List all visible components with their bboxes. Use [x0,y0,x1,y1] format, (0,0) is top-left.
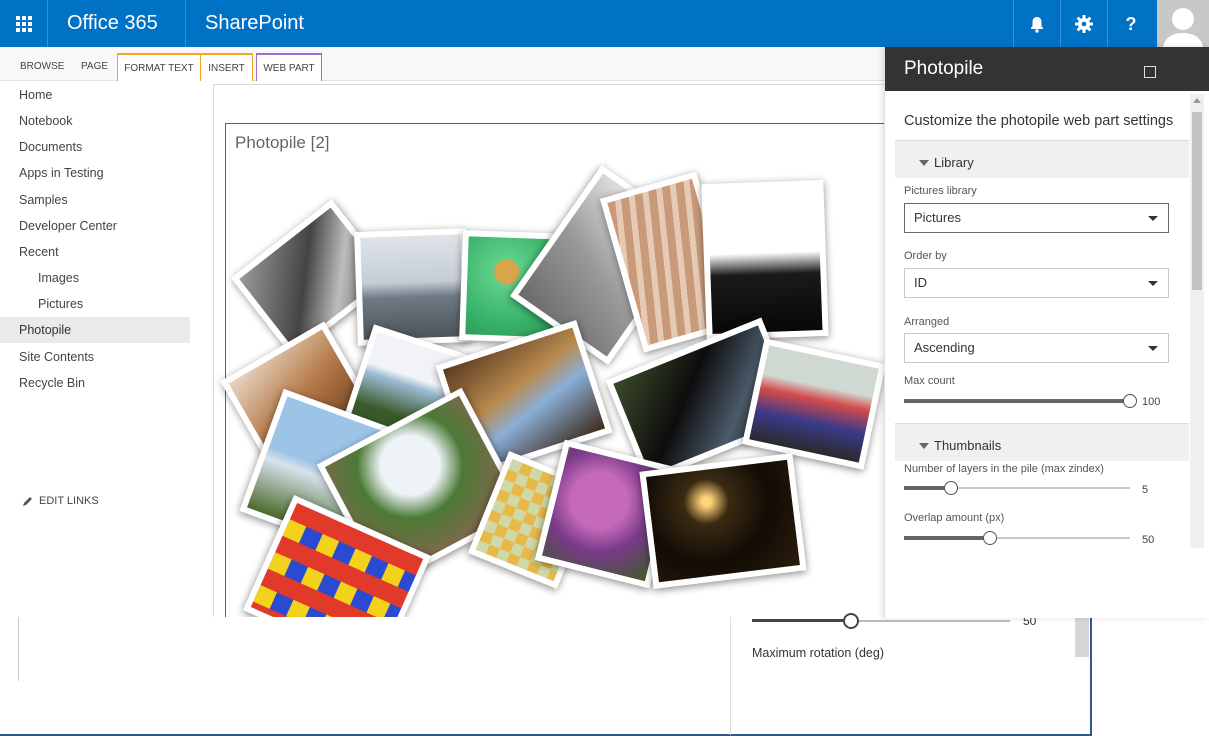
max-count-label: Max count [904,375,955,387]
webpart-settings-panel: Photopile Customize the photopile web pa… [884,47,1209,618]
max-count-value: 100 [1142,396,1161,408]
chevron-down-icon [1148,346,1158,351]
photo-pile [0,0,900,617]
caret-up-icon[interactable] [1190,94,1204,108]
help-button[interactable]: ? [1107,0,1154,47]
question-icon: ? [1126,14,1137,34]
layers-value: 5 [1142,484,1149,496]
background-rotation-label: Maximum rotation (deg) [752,646,884,660]
slider-fill [904,536,990,540]
bell-icon [1031,16,1043,33]
user-icon [1163,8,1203,47]
scrollbar-thumb[interactable] [1192,112,1202,290]
library-section-header[interactable]: Library [895,140,1189,178]
slider-thumb[interactable] [1123,394,1137,408]
max-count-slider[interactable] [904,394,1137,408]
photo-thumbnail[interactable] [742,338,886,470]
thumbnails-section-label: Thumbnails [934,438,1002,453]
caret-down-icon [919,159,929,166]
order-by-value: ID [914,275,927,290]
gear-icon [1075,14,1093,33]
pictures-library-label: Pictures library [904,185,977,197]
overlap-slider[interactable] [904,531,1130,545]
panel-scrollbar[interactable] [1190,94,1204,548]
pictures-library-dropdown[interactable]: Pictures [904,203,1169,233]
thumbnails-section-toggle: Thumbnails [919,438,1001,453]
settings-button[interactable] [1060,0,1107,47]
order-by-dropdown[interactable]: ID [904,268,1169,298]
layers-label: Number of layers in the pile (max zindex… [904,463,1104,475]
chevron-down-icon [1148,216,1158,221]
slider-thumb[interactable] [944,481,958,495]
arranged-label: Arranged [904,316,950,328]
svg-text:?: ? [1126,14,1137,34]
library-section-toggle: Library [919,155,974,170]
pictures-library-value: Pictures [914,210,961,225]
notifications-button[interactable] [1013,0,1060,47]
caret-down-icon [919,442,929,449]
overlap-label: Overlap amount (px) [904,512,1005,524]
avatar[interactable] [1157,0,1209,47]
arranged-value: Ascending [914,340,975,355]
panel-title: Photopile [904,58,984,79]
thumbnails-section-header[interactable]: Thumbnails [895,423,1189,461]
layers-slider[interactable] [904,481,1130,495]
photo-thumbnail[interactable] [701,179,829,341]
order-by-label: Order by [904,250,947,262]
photo-thumbnail[interactable] [639,453,807,589]
overlap-value: 50 [1142,534,1155,546]
chevron-down-icon [1148,281,1158,286]
arranged-dropdown[interactable]: Ascending [904,333,1169,363]
sharepoint-page: 50 Maximum rotation (deg) Office 365 Sha… [0,0,1209,736]
background-divider-left [18,617,19,681]
panel-close-button[interactable] [1144,66,1156,78]
slider-fill [904,399,1130,403]
background-scrollbar[interactable] [1075,617,1089,657]
panel-description: Customize the photopile web part setting… [904,113,1174,129]
background-divider [730,617,731,735]
library-section-label: Library [934,155,974,170]
panel-header: Photopile [885,47,1209,91]
slider-thumb[interactable] [983,531,997,545]
background-window: 50 Maximum rotation (deg) [0,613,1092,736]
slider-fill [752,619,850,622]
